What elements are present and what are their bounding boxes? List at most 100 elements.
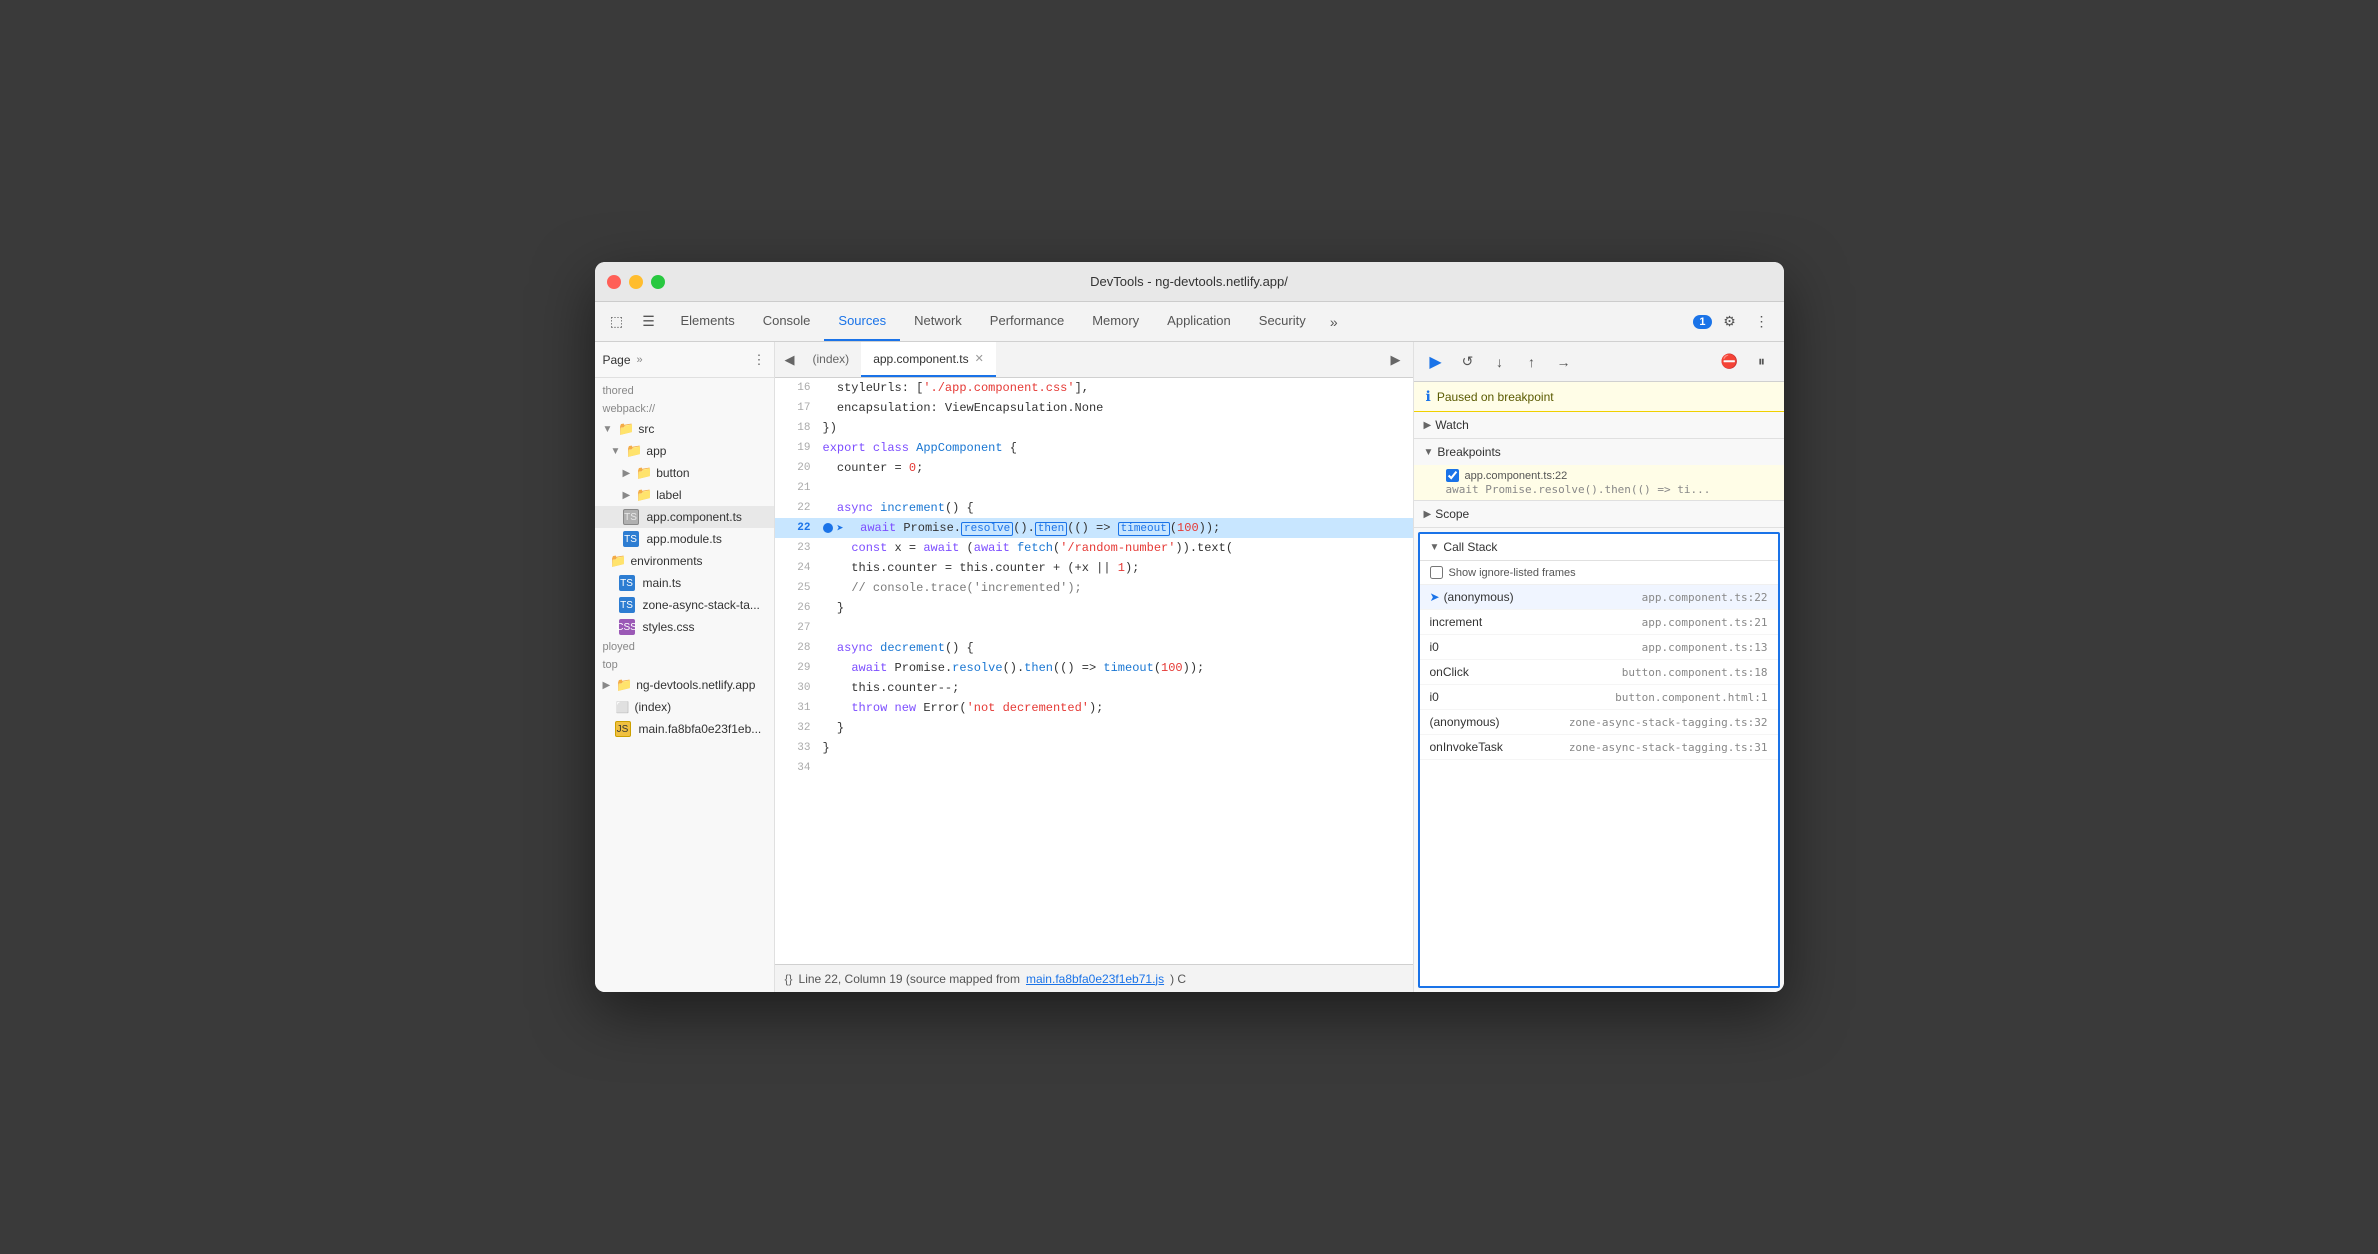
code-line-22: 22 async increment() { [775, 498, 1413, 518]
file-tree: thored webpack:// ▼ 📁 src ▼ 📁 app ▶ [595, 378, 774, 744]
tree-item-top[interactable]: top [595, 656, 774, 674]
traffic-lights [607, 275, 665, 289]
devtools-toolbar-right: 1 ⚙ ⋮ [1693, 308, 1775, 336]
chevron-down-icon: ▼ [611, 446, 621, 457]
window-title: DevTools - ng-devtools.netlify.app/ [1090, 274, 1288, 289]
code-line-28: 27 [775, 618, 1413, 638]
breakpoint-file-label: app.component.ts:22 [1465, 470, 1568, 482]
sidebar-menu-button[interactable]: ⋮ [753, 352, 766, 368]
status-bar: {} Line 22, Column 19 (source mapped fro… [775, 964, 1413, 992]
tree-item-netlify[interactable]: ▶ 📁 ng-devtools.netlify.app [595, 674, 774, 696]
maximize-button[interactable] [651, 275, 665, 289]
breakpoint-checkbox[interactable] [1446, 469, 1459, 482]
sidebar-more-btn[interactable]: » [637, 354, 643, 366]
breakpoint-file: app.component.ts:22 [1446, 469, 1772, 482]
call-stack-item-1[interactable]: increment app.component.ts:21 [1420, 610, 1778, 635]
watch-label: Watch [1435, 418, 1469, 432]
minimize-button[interactable] [629, 275, 643, 289]
code-line-18: 18 }) [775, 418, 1413, 438]
show-ignore-checkbox[interactable] [1430, 566, 1443, 579]
code-line-34: 33 } [775, 738, 1413, 758]
code-line-16: 16 styleUrls: ['./app.component.css'], [775, 378, 1413, 398]
code-editor[interactable]: 16 styleUrls: ['./app.component.css'], 1… [775, 378, 1413, 964]
scope-section: ▶ Scope [1414, 501, 1784, 528]
cursor-icon[interactable]: ⬚ [603, 308, 631, 336]
tab-app-component[interactable]: app.component.ts ✕ [861, 342, 996, 377]
tree-item-button[interactable]: ▶ 📁 button [595, 462, 774, 484]
tree-item-label[interactable]: ▶ 📁 label [595, 484, 774, 506]
current-line-arrow: ➤ [837, 521, 844, 536]
badge-count: 1 [1693, 315, 1711, 329]
tree-item-index-html[interactable]: ⬜ (index) [595, 696, 774, 718]
tab-console[interactable]: Console [749, 302, 825, 341]
call-stack-item-4[interactable]: i0 button.component.html:1 [1420, 685, 1778, 710]
debugger-toolbar: ▶ ↺ ↓ ↑ → ⛔ ⏸ [1414, 342, 1784, 382]
tab-sources[interactable]: Sources [824, 302, 900, 341]
tree-item-app-module-ts[interactable]: TS app.module.ts [595, 528, 774, 550]
tree-item-ployed[interactable]: ployed [595, 638, 774, 656]
deactivate-breakpoints-button[interactable]: ⛔ [1716, 348, 1744, 376]
tab-security[interactable]: Security [1245, 302, 1320, 341]
tree-item-app[interactable]: ▼ 📁 app [595, 440, 774, 462]
breakpoints-header[interactable]: ▼ Breakpoints [1414, 439, 1784, 465]
tree-item-environments[interactable]: 📁 environments [595, 550, 774, 572]
chevron-down-icon: ▼ [1424, 447, 1434, 458]
scope-label: Scope [1435, 507, 1469, 521]
tab-close-button[interactable]: ✕ [975, 352, 984, 365]
source-map-suffix: ) C [1170, 972, 1186, 986]
chevron-right-icon: ▶ [1424, 509, 1432, 520]
chevron-right-icon: ▶ [623, 468, 631, 479]
tab-network[interactable]: Network [900, 302, 976, 341]
device-toggle-icon[interactable]: ☰ [635, 308, 663, 336]
editor-area: ◀ (index) app.component.ts ✕ ▶ 16 styleU… [775, 342, 1414, 992]
tree-item-main-ts[interactable]: TS main.ts [595, 572, 774, 594]
step-button[interactable]: → [1550, 348, 1578, 376]
prev-tab-button[interactable]: ◀ [779, 348, 801, 372]
source-map-link[interactable]: main.fa8bfa0e23f1eb71.js [1026, 972, 1164, 986]
more-tabs-button[interactable]: » [1320, 308, 1348, 336]
resume-button[interactable]: ▶ [1422, 348, 1450, 376]
bracket-icon: {} [785, 972, 793, 986]
call-stack-item-2[interactable]: i0 app.component.ts:13 [1420, 635, 1778, 660]
watch-header[interactable]: ▶ Watch [1414, 412, 1784, 438]
call-stack-item-5[interactable]: (anonymous) zone-async-stack-tagging.ts:… [1420, 710, 1778, 735]
more-options-button[interactable]: ⋮ [1748, 308, 1776, 336]
tab-elements[interactable]: Elements [667, 302, 749, 341]
tree-item-main-js[interactable]: JS main.fa8bfa0e23f1eb... [595, 718, 774, 740]
tab-index[interactable]: (index) [801, 342, 862, 377]
call-stack-section: ▼ Call Stack Show ignore-listed frames ➤… [1418, 532, 1780, 988]
code-line-21: 21 [775, 478, 1413, 498]
step-over-button[interactable]: ↺ [1454, 348, 1482, 376]
call-stack-item-3[interactable]: onClick button.component.ts:18 [1420, 660, 1778, 685]
show-ignore-row: Show ignore-listed frames [1420, 561, 1778, 585]
call-stack-header[interactable]: ▼ Call Stack [1420, 534, 1778, 561]
pause-on-exceptions-button[interactable]: ⏸ [1748, 348, 1776, 376]
code-line-20: 20 counter = 0; [775, 458, 1413, 478]
code-line-17: 17 encapsulation: ViewEncapsulation.None [775, 398, 1413, 418]
scope-header[interactable]: ▶ Scope [1414, 501, 1784, 527]
settings-button[interactable]: ⚙ [1716, 308, 1744, 336]
tab-performance[interactable]: Performance [976, 302, 1078, 341]
right-panel: ▶ ↺ ↓ ↑ → ⛔ ⏸ ℹ Paused on breakpoint ▶ W… [1414, 342, 1784, 992]
file-ts-icon: TS [623, 509, 639, 525]
file-ts-icon: TS [623, 531, 639, 547]
tree-item-styles-css[interactable]: CSS styles.css [595, 616, 774, 638]
tree-item-src[interactable]: ▼ 📁 src [595, 418, 774, 440]
tree-item-zone-ts[interactable]: TS zone-async-stack-ta... [595, 594, 774, 616]
editor-play-button[interactable]: ▶ [1383, 348, 1409, 372]
show-ignore-label: Show ignore-listed frames [1449, 567, 1576, 579]
tab-application[interactable]: Application [1153, 302, 1245, 341]
tree-item-app-component-ts[interactable]: TS app.component.ts [595, 506, 774, 528]
devtools-toolbar: ⬚ ☰ Elements Console Sources Network Per… [595, 302, 1784, 342]
step-out-button[interactable]: ↑ [1518, 348, 1546, 376]
tree-item-thored[interactable]: thored [595, 382, 774, 400]
tree-item-webpack[interactable]: webpack:// [595, 400, 774, 418]
call-stack-item-6[interactable]: onInvokeTask zone-async-stack-tagging.ts… [1420, 735, 1778, 760]
code-line-26: 25 // console.trace('incremented'); [775, 578, 1413, 598]
sidebar-header: Page » ⋮ [595, 342, 774, 378]
folder-icon: 📁 [636, 487, 652, 503]
step-into-button[interactable]: ↓ [1486, 348, 1514, 376]
call-stack-item-0[interactable]: ➤ (anonymous) app.component.ts:22 [1420, 585, 1778, 610]
close-button[interactable] [607, 275, 621, 289]
tab-memory[interactable]: Memory [1078, 302, 1153, 341]
